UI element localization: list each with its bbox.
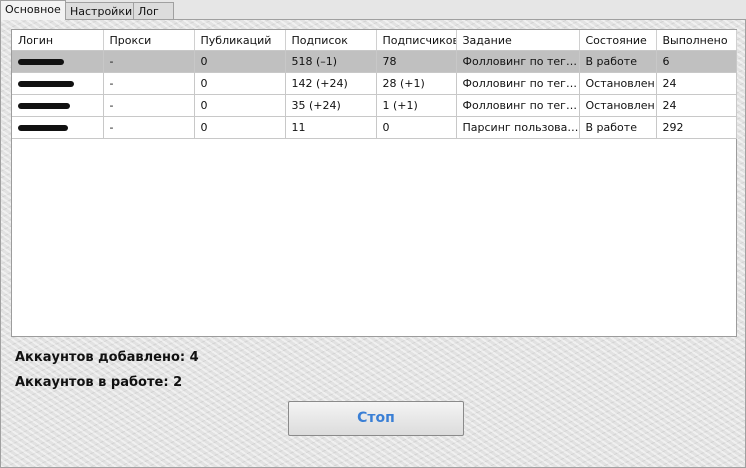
- cell-task: Фолловинг по тегам: [456, 50, 580, 73]
- cell-login: [12, 50, 104, 73]
- cell-followers: 0: [376, 116, 457, 139]
- column-header-login[interactable]: Логин: [12, 30, 104, 51]
- column-header-followers[interactable]: Подписчиков: [376, 30, 457, 51]
- cell-task: Фолловинг по тегам: [456, 94, 580, 117]
- cell-login: [12, 94, 104, 117]
- redacted-login: [18, 125, 68, 131]
- cell-done: 24: [656, 72, 737, 95]
- cell-proxy: -: [103, 72, 195, 95]
- cell-task: Парсинг пользовате...: [456, 116, 580, 139]
- tab-settings[interactable]: Настройки: [65, 2, 138, 19]
- accounts-active-label: Аккаунтов в работе: 2: [15, 375, 183, 390]
- accounts-table: Логин Прокси Публикаций Подписок Подписч…: [12, 30, 737, 139]
- cell-done: 6: [656, 50, 737, 73]
- cell-posts: 0: [194, 116, 286, 139]
- cell-followers: 1 (+1): [376, 94, 457, 117]
- redacted-login: [18, 81, 74, 87]
- column-header-done[interactable]: Выполнено: [656, 30, 737, 51]
- cell-proxy: -: [103, 94, 195, 117]
- column-header-state[interactable]: Состояние: [579, 30, 657, 51]
- accounts-added-label: Аккаунтов добавлено: 4: [15, 350, 199, 365]
- table-row[interactable]: - 0 518 (–1) 78 Фолловинг по тегам В раб…: [12, 50, 737, 73]
- cell-posts: 0: [194, 94, 286, 117]
- cell-login: [12, 116, 104, 139]
- column-header-following[interactable]: Подписок: [285, 30, 377, 51]
- table-row[interactable]: - 0 35 (+24) 1 (+1) Фолловинг по тегам О…: [12, 94, 737, 117]
- tab-log[interactable]: Лог: [133, 2, 174, 19]
- cell-proxy: -: [103, 116, 195, 139]
- cell-posts: 0: [194, 72, 286, 95]
- column-header-task[interactable]: Задание: [456, 30, 580, 51]
- tab-main[interactable]: Основное: [0, 0, 66, 20]
- cell-posts: 0: [194, 50, 286, 73]
- redacted-login: [18, 103, 70, 109]
- table-row[interactable]: - 0 142 (+24) 28 (+1) Фолловинг по тегам…: [12, 72, 737, 95]
- tab-strip: Основное Настройки Лог: [0, 0, 746, 20]
- cell-followers: 28 (+1): [376, 72, 457, 95]
- cell-state: Остановлен: [579, 72, 657, 95]
- table-header-row: Логин Прокси Публикаций Подписок Подписч…: [12, 30, 737, 51]
- column-header-posts[interactable]: Публикаций: [194, 30, 286, 51]
- cell-following: 142 (+24): [285, 72, 377, 95]
- cell-following: 35 (+24): [285, 94, 377, 117]
- cell-followers: 78: [376, 50, 457, 73]
- cell-following: 518 (–1): [285, 50, 377, 73]
- cell-following: 11: [285, 116, 377, 139]
- cell-login: [12, 72, 104, 95]
- accounts-grid[interactable]: Логин Прокси Публикаций Подписок Подписч…: [11, 29, 737, 337]
- cell-state: В работе: [579, 116, 657, 139]
- column-header-proxy[interactable]: Прокси: [103, 30, 195, 51]
- stop-button[interactable]: Стоп: [288, 401, 464, 436]
- main-panel: Логин Прокси Публикаций Подписок Подписч…: [0, 19, 746, 468]
- cell-state: Остановлен: [579, 94, 657, 117]
- cell-task: Фолловинг по тегам: [456, 72, 580, 95]
- cell-done: 292: [656, 116, 737, 139]
- cell-proxy: -: [103, 50, 195, 73]
- redacted-login: [18, 59, 64, 65]
- cell-state: В работе: [579, 50, 657, 73]
- table-row[interactable]: - 0 11 0 Парсинг пользовате... В работе …: [12, 116, 737, 139]
- cell-done: 24: [656, 94, 737, 117]
